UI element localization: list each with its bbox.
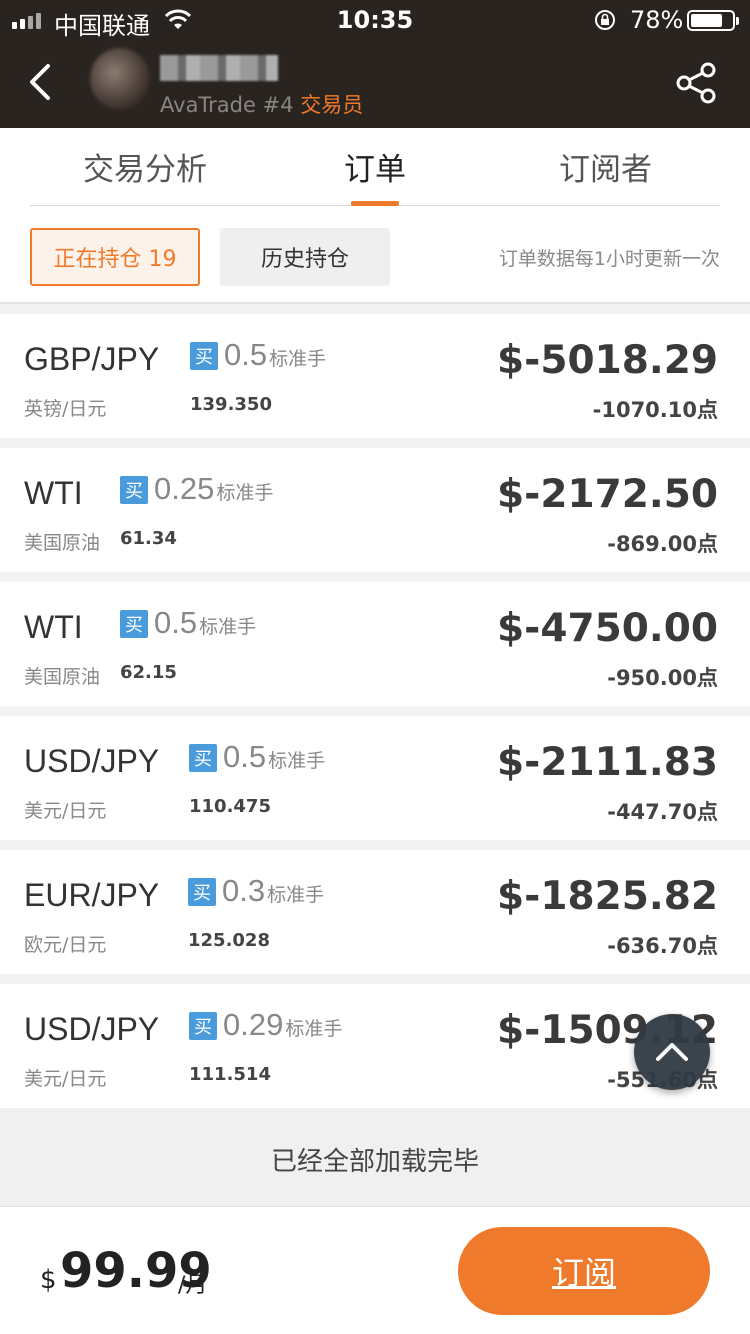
order-row[interactable]: EUR/JPY 买 0.3 标准手 欧元/日元 125.028 $-1825.82… — [0, 850, 750, 974]
tab-bar: 交易分析 订单 订阅者 — [0, 128, 750, 206]
subscription-bar: $ 99.99 /月 订阅 — [0, 1206, 750, 1334]
lots-unit: 标准手 — [216, 483, 274, 504]
order-lots: 0.5 标准手 — [154, 605, 256, 641]
order-row[interactable]: WTI 买 0.5 标准手 美国原油 62.15 $-4750.00 -950.0… — [0, 582, 750, 706]
avatar[interactable] — [90, 48, 150, 110]
order-price: 62.15 — [120, 662, 177, 683]
lots-value: 0.29 — [223, 1007, 284, 1042]
order-symbol: EUR/JPY — [24, 877, 160, 913]
order-pnl: $-2172.50 — [497, 472, 718, 517]
order-pnl: $-1825.82 — [497, 874, 718, 919]
order-points: -950.00点 — [607, 666, 718, 690]
order-lots: 0.5 标准手 — [223, 739, 325, 775]
order-row[interactable]: USD/JPY 买 0.5 标准手 美元/日元 110.475 $-2111.83… — [0, 716, 750, 840]
buy-badge: 买 — [120, 476, 148, 504]
buy-badge: 买 — [120, 610, 148, 638]
order-price: 61.34 — [120, 528, 177, 549]
rotation-lock-icon — [595, 10, 615, 30]
currency-symbol: $ — [40, 1265, 57, 1295]
lots-value: 0.3 — [222, 873, 266, 908]
order-symbol: WTI — [24, 609, 83, 645]
lots-unit: 标准手 — [269, 349, 327, 370]
share-icon[interactable] — [674, 60, 720, 106]
order-name: 美元/日元 — [24, 800, 107, 822]
buy-badge: 买 — [188, 878, 216, 906]
order-name: 美元/日元 — [24, 1068, 107, 1090]
order-row[interactable]: WTI 买 0.25 标准手 美国原油 61.34 $-2172.50 -869.… — [0, 448, 750, 572]
order-symbol: GBP/JPY — [24, 341, 160, 377]
history-holdings-button[interactable]: 历史持仓 — [220, 228, 390, 286]
battery-icon — [687, 10, 739, 31]
header: 中国联通 10:35 78% AvaTrade #4 交易员 — [0, 0, 750, 128]
order-pnl: $-5018.29 — [497, 338, 718, 383]
current-holdings-button[interactable]: 正在持仓 19 — [30, 228, 200, 286]
buy-badge: 买 — [189, 1012, 217, 1040]
back-button[interactable] — [18, 58, 66, 106]
order-symbol: USD/JPY — [24, 743, 160, 779]
buy-badge: 买 — [189, 744, 217, 772]
lots-value: 0.5 — [223, 739, 267, 774]
order-price: 110.475 — [189, 796, 271, 817]
order-points: -869.00点 — [607, 532, 718, 556]
lots-value: 0.5 — [224, 337, 268, 372]
order-symbol: USD/JPY — [24, 1011, 160, 1047]
battery-percent: 78% — [630, 6, 684, 34]
order-pnl: $-4750.00 — [497, 606, 718, 651]
chevron-up-icon — [656, 1043, 688, 1061]
order-list: GBP/JPY 买 0.5 标准手 英镑/日元 139.350 $-5018.29… — [0, 314, 750, 1118]
lots-unit: 标准手 — [199, 617, 257, 638]
lots-unit: 标准手 — [268, 751, 326, 772]
all-loaded-message: 已经全部加载完毕 — [0, 1108, 750, 1206]
role-label: 交易员 — [300, 93, 364, 117]
tab-subscribers[interactable]: 订阅者 — [559, 144, 652, 189]
order-points: -447.70点 — [607, 800, 718, 824]
order-lots: 0.29 标准手 — [223, 1007, 342, 1043]
trader-name-blurred — [160, 55, 278, 81]
tab-analysis[interactable]: 交易分析 — [83, 144, 207, 189]
lots-value: 0.5 — [154, 605, 198, 640]
order-name: 美国原油 — [24, 666, 101, 688]
order-price: 125.028 — [188, 930, 270, 951]
order-name: 欧元/日元 — [24, 934, 107, 956]
order-points: -636.70点 — [607, 934, 718, 958]
lots-value: 0.25 — [154, 471, 215, 506]
order-name: 英镑/日元 — [24, 398, 107, 420]
trader-subtitle: AvaTrade #4 交易员 — [160, 89, 363, 119]
lots-unit: 标准手 — [285, 1019, 343, 1040]
order-points: -1070.10点 — [592, 398, 718, 422]
subscription-period: /月 — [178, 1273, 208, 1298]
subscribe-button[interactable]: 订阅 — [458, 1227, 710, 1315]
status-bar: 中国联通 10:35 78% — [0, 0, 750, 40]
order-row[interactable]: GBP/JPY 买 0.5 标准手 英镑/日元 139.350 $-5018.29… — [0, 314, 750, 438]
buy-badge: 买 — [190, 342, 218, 370]
order-lots: 0.5 标准手 — [224, 337, 326, 373]
lots-unit: 标准手 — [267, 885, 325, 906]
order-lots: 0.3 标准手 — [222, 873, 324, 909]
order-price: 111.514 — [189, 1064, 271, 1085]
filter-bar: 正在持仓 19 历史持仓 订单数据每1小时更新一次 — [0, 206, 750, 304]
order-lots: 0.25 标准手 — [154, 471, 273, 507]
platform-label: AvaTrade #4 — [160, 93, 294, 117]
order-pnl: $-2111.83 — [497, 740, 718, 785]
tab-orders[interactable]: 订单 — [344, 144, 406, 189]
order-symbol: WTI — [24, 475, 83, 511]
scroll-to-top-button[interactable] — [634, 1014, 710, 1090]
order-name: 美国原油 — [24, 532, 101, 554]
update-note: 订单数据每1小时更新一次 — [498, 248, 720, 270]
order-price: 139.350 — [190, 394, 272, 415]
